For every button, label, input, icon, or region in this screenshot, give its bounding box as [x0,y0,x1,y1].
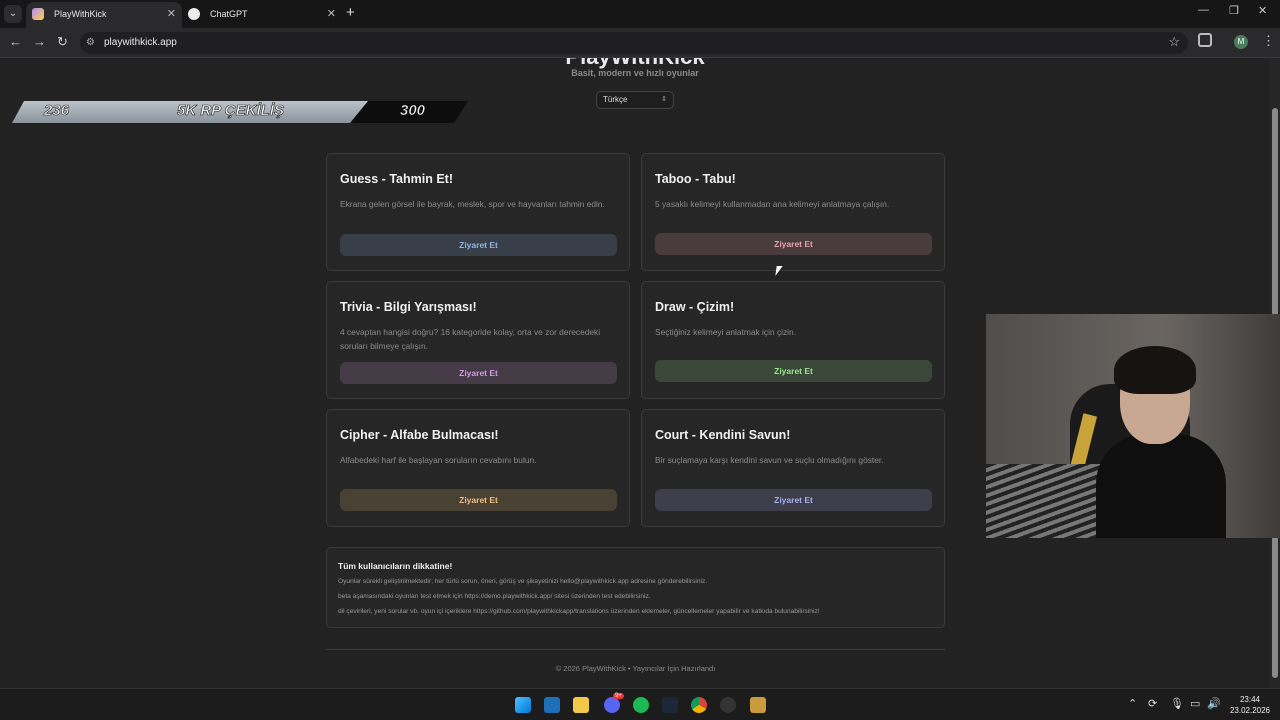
game-card-title: Taboo - Tabu! [655,172,736,186]
game-card: Cipher - Alfabe Bulmacası! Alfabedeki har… [326,409,630,527]
app-icon[interactable] [720,697,736,713]
browser-menu-icon[interactable]: ⋮ [1262,33,1275,49]
site-subtitle: Basit, modern ve hızlı oyunlar [571,68,699,78]
game-card: Guess - Tahmin Et! Ekrana gelen görsel il… [326,153,630,271]
network-icon[interactable]: ▭ [1190,697,1200,710]
game-card-title: Draw - Çizim! [655,300,735,314]
forward-button[interactable]: → [33,34,46,49]
visit-button[interactable]: Ziyaret Et [655,360,932,382]
windows-start-icon[interactable] [515,697,531,713]
notice-box: Tüm kullanıcıların dikkatine! Oyunlar sü… [326,547,945,628]
game-card-title: Trivia - Bilgi Yarışması! [340,300,477,314]
game-card-description: 5 yasaklı kelimeyi kullanmadan ana kelim… [655,199,890,209]
game-card-description: Bir suçlamaya karşı kendini savun ve suç… [655,455,884,465]
site-info-icon[interactable]: ⚙ [86,37,95,48]
tab-close-icon[interactable]: ✕ [167,2,176,26]
restore-button[interactable]: ❐ [1229,4,1239,17]
tab-title: ChatGPT [210,9,248,19]
notice-line: Oyunlar sürekli geliştirilmektedir; her … [338,578,708,585]
chatgpt-favicon-icon [188,8,200,20]
system-clock[interactable]: 23:44 23.02.2026 [1224,694,1276,716]
select-caret-icon: ⇕ [661,96,667,103]
game-card-description: Alfabedeki harf ile başlayan soruların c… [340,455,537,465]
notice-line: beta aşamasındaki oyunları test etmek iç… [338,593,651,600]
address-bar: ← → ↻ ⚙ playwithkick.app ☆ [0,28,1280,58]
giveaway-right-number: 300 [400,102,426,120]
discord-badge: 9+ [613,693,624,699]
webcam-overlay [986,314,1280,538]
webcam-person-body [1096,434,1226,538]
game-card-description: Seçtiğiniz kelimeyi anlatmak için çizin. [655,327,797,337]
taskbar: 9+ ⌃ ⟳ 🎙 ▭ 🔊 23:44 23.02.2026 [0,688,1280,720]
game-card-description: Ekrana gelen görsel ile bayrak, meslek, … [340,199,605,209]
game-card: Court - Kendini Savun! Bir suçlamaya karş… [641,409,945,527]
clock-date: 23.02.2026 [1229,706,1271,715]
giveaway-title: 5K RP ÇEKİLİŞ [177,102,285,120]
bookmark-star-icon[interactable]: ☆ [1168,34,1180,50]
language-value: Türkçe [603,95,628,104]
url-input[interactable]: ⚙ playwithkick.app ☆ [80,32,1188,54]
new-tab-button[interactable]: + [346,4,355,21]
tab-playwithkick[interactable]: PlayWithKick ✕ [26,2,182,28]
visit-button[interactable]: Ziyaret Et [340,362,617,384]
visit-button[interactable]: Ziyaret Et [340,234,617,256]
tab-title: PlayWithKick [54,9,107,19]
spotify-icon[interactable] [633,697,649,713]
clock-time: 23:44 [1239,695,1261,704]
playwithkick-favicon-icon [32,8,44,20]
mouse-cursor-icon [775,266,783,276]
league-of-legends-icon[interactable] [750,697,766,713]
tab-close-icon[interactable]: ✕ [327,2,336,26]
app-icon[interactable] [544,697,560,713]
game-card-title: Cipher - Alfabe Bulmacası! [340,428,499,442]
game-card-title: Court - Kendini Savun! [655,428,791,442]
notice-line: dil çevirileri, yeni sorular vb. oyun iç… [338,608,820,615]
visit-button[interactable]: Ziyaret Et [340,489,617,511]
extensions-icon[interactable] [1198,33,1212,47]
tab-bar: ⌄ PlayWithKick ✕ ChatGPT ✕ + — ❐ ✕ [0,0,1280,28]
tab-chatgpt[interactable]: ChatGPT ✕ [182,2,342,28]
visit-button[interactable]: Ziyaret Et [655,489,932,511]
back-button[interactable]: ← [9,34,22,49]
reload-button[interactable]: ↻ [57,34,68,50]
game-card: Trivia - Bilgi Yarışması! 4 cevaptan hang… [326,281,630,399]
notice-title: Tüm kullanıcıların dikkatine! [338,561,453,571]
steam-icon[interactable] [662,697,678,713]
game-card-title: Guess - Tahmin Et! [340,172,453,186]
webcam-person-hair [1114,346,1196,394]
tray-expand-icon[interactable]: ⌃ [1128,697,1137,710]
game-card: Draw - Çizim! Seçtiğiniz kelimeyi anlatma… [641,281,945,399]
volume-icon[interactable]: 🔊 [1207,697,1221,710]
url-text[interactable]: playwithkick.app [104,37,177,48]
sync-icon[interactable]: ⟳ [1148,697,1157,710]
giveaway-left-number: 236 [44,102,70,120]
minimize-button[interactable]: — [1198,4,1209,16]
close-window-button[interactable]: ✕ [1258,4,1267,17]
chrome-icon[interactable] [691,697,707,713]
visit-button[interactable]: Ziyaret Et [655,233,932,255]
microphone-icon[interactable]: 🎙 [1170,697,1184,710]
webcam-blanket [986,464,1106,538]
discord-icon[interactable] [604,697,620,713]
game-card-description: 4 cevaptan hangisi doğru? 16 kategoride … [340,327,601,351]
profile-avatar[interactable]: M [1234,35,1248,49]
footer-text: © 2026 PlayWithKick • Yayıncılar İçin Ha… [555,664,716,673]
tab-search-button[interactable]: ⌄ [4,5,22,23]
footer-divider [326,649,945,650]
language-select[interactable]: Türkçe ⇕ [596,91,674,109]
game-card: Taboo - Tabu! 5 yasaklı kelimeyi kullanma… [641,153,945,271]
giveaway-overlay: 236 5K RP ÇEKİLİŞ 300 [12,101,472,123]
file-explorer-icon[interactable] [573,697,589,713]
